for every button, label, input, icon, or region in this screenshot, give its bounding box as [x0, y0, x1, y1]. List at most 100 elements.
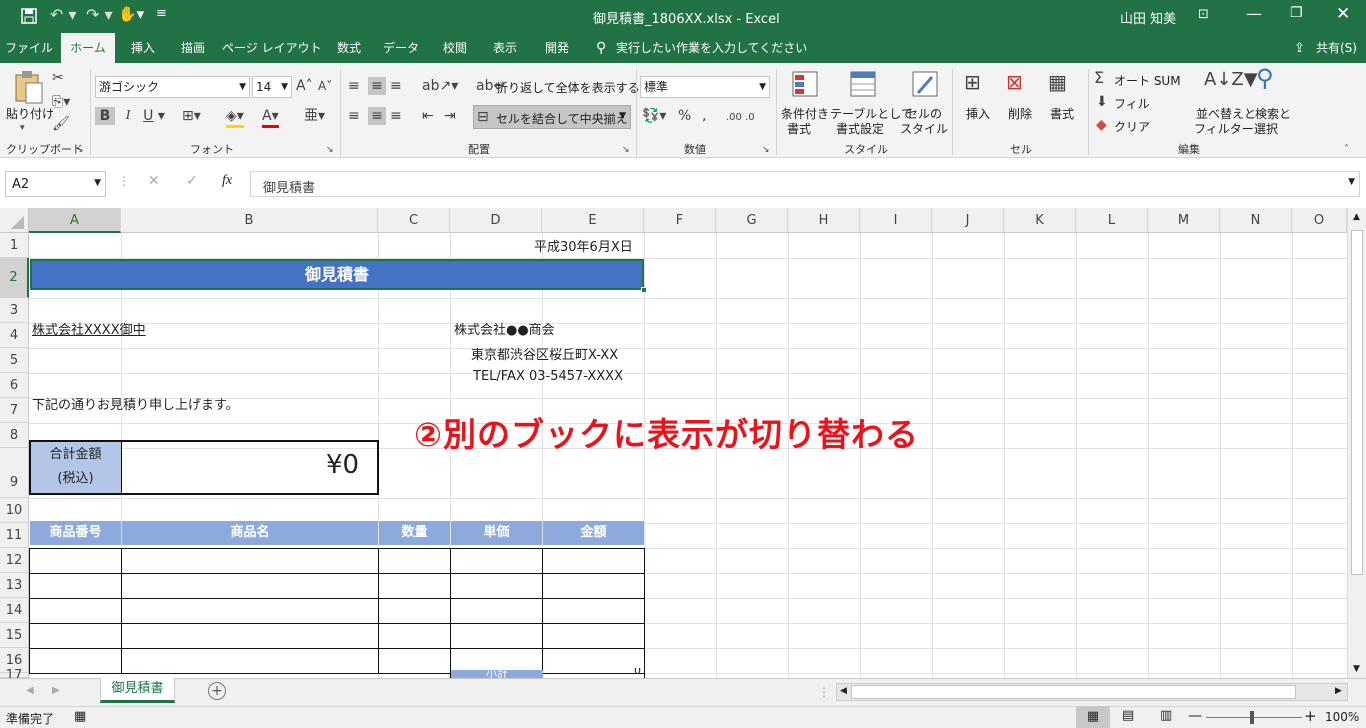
- increase-indent-icon[interactable]: ⇥: [444, 107, 456, 125]
- normal-view-icon[interactable]: ▦: [1076, 706, 1110, 728]
- table-cell[interactable]: [378, 648, 451, 674]
- format-as-table-icon[interactable]: [848, 69, 878, 99]
- zoom-in-icon[interactable]: +: [1304, 707, 1317, 725]
- align-left-icon[interactable]: ≡: [348, 107, 360, 125]
- cut-icon[interactable]: ✂: [52, 69, 64, 87]
- table-cell[interactable]: [29, 623, 122, 649]
- table-cell[interactable]: [542, 598, 645, 624]
- table-cell[interactable]: [450, 623, 543, 649]
- copy-icon[interactable]: ⎘▾: [52, 93, 70, 111]
- next-sheet-icon[interactable]: ▶: [52, 685, 60, 696]
- paste-icon[interactable]: [12, 69, 44, 105]
- tab-review[interactable]: 校閲: [432, 33, 478, 63]
- table-cell[interactable]: [121, 623, 379, 649]
- format-cells-button[interactable]: 書式: [1050, 105, 1074, 122]
- horizontal-scroll-thumb[interactable]: [851, 685, 1296, 699]
- font-name-select[interactable]: 游ゴシック ▼: [95, 76, 250, 98]
- scroll-up-icon[interactable]: ▲: [1353, 212, 1360, 222]
- vertical-scroll-thumb[interactable]: [1351, 230, 1363, 575]
- table-cell[interactable]: [29, 548, 122, 574]
- add-sheet-icon[interactable]: +: [208, 682, 226, 700]
- restore-icon[interactable]: ❐: [1290, 5, 1303, 21]
- sender-tel-cell[interactable]: TEL/FAX 03-5457-XXXX: [473, 369, 623, 384]
- format-painter-icon[interactable]: 🖌: [52, 115, 70, 133]
- insert-cells-icon[interactable]: ⊞: [964, 72, 981, 92]
- page-break-view-icon[interactable]: ▥: [1160, 708, 1172, 723]
- cancel-entry-icon[interactable]: ✕: [148, 173, 160, 189]
- customize-qat-icon[interactable]: ≡: [156, 6, 167, 21]
- message-cell[interactable]: 下記の通りお見積り申し上げます。: [32, 394, 239, 413]
- find-select-line2[interactable]: 選択: [1254, 120, 1278, 137]
- fill-button[interactable]: フィル: [1114, 95, 1150, 112]
- horizontal-scrollbar[interactable]: ◀ ▶: [836, 683, 1348, 701]
- delete-cells-icon[interactable]: ⊠: [1006, 72, 1023, 92]
- decrease-font-icon[interactable]: A˅: [318, 77, 332, 95]
- comma-button[interactable]: ,: [702, 107, 706, 125]
- tab-draw[interactable]: 描画: [170, 33, 216, 63]
- undo-icon[interactable]: ↶ ▾: [50, 5, 77, 24]
- confirm-entry-icon[interactable]: ✓: [186, 173, 198, 189]
- zoom-level[interactable]: 100%: [1325, 710, 1359, 724]
- sort-filter-icon[interactable]: A↓Z▼: [1204, 71, 1258, 89]
- clear-button[interactable]: クリア: [1114, 118, 1150, 135]
- insert-cells-button[interactable]: 挿入: [966, 105, 990, 122]
- delete-cells-button[interactable]: 削除: [1008, 105, 1032, 122]
- table-cell[interactable]: [450, 598, 543, 624]
- sort-filter-line2[interactable]: フィルター: [1194, 120, 1254, 137]
- format-cells-icon[interactable]: ▦: [1048, 72, 1067, 92]
- font-launcher-icon[interactable]: ↘: [326, 141, 334, 159]
- ribbon-display-icon[interactable]: ⊡: [1198, 7, 1209, 22]
- subtotal-label-cell[interactable]: 小計: [451, 670, 543, 678]
- sheet-tab-active[interactable]: 御見積書: [100, 678, 175, 703]
- increase-font-icon[interactable]: A˄: [296, 77, 313, 95]
- conditional-format-line2[interactable]: 書式: [787, 120, 811, 137]
- tab-file[interactable]: ファイル: [0, 33, 58, 63]
- autosum-button[interactable]: オート SUM: [1114, 72, 1181, 89]
- borders-icon[interactable]: ⊞▾: [182, 107, 201, 125]
- wrap-text-button[interactable]: 折り返して全体を表示する: [496, 79, 640, 96]
- prev-sheet-icon[interactable]: ◀: [26, 685, 34, 696]
- tab-home[interactable]: ホーム: [61, 33, 115, 63]
- title-cell[interactable]: 御見積書: [30, 259, 644, 290]
- currency-icon[interactable]: 💱▾: [642, 107, 666, 125]
- table-header-cell[interactable]: 金額: [543, 521, 644, 545]
- decrease-indent-icon[interactable]: ⇤: [422, 107, 434, 125]
- user-name[interactable]: 山田 知美: [1120, 8, 1176, 27]
- align-right-icon[interactable]: ≡: [390, 107, 402, 125]
- share-icon[interactable]: ⇪: [1294, 41, 1305, 56]
- table-header-cell[interactable]: 商品番号: [30, 521, 121, 545]
- align-middle-icon[interactable]: ≡: [368, 77, 386, 95]
- underline-button[interactable]: U ▾: [140, 107, 168, 125]
- worksheet-grid[interactable]: ABCDEFGHIJKLMNO 1 2 3 4 5 6 7 8 9 10 11 12 13 14 15 16 1…: [0, 208, 1366, 682]
- tab-developer[interactable]: 開発: [534, 33, 580, 63]
- align-top-icon[interactable]: ≡: [348, 77, 360, 95]
- find-select-icon[interactable]: ⚲: [1256, 66, 1274, 90]
- table-cell[interactable]: [121, 548, 379, 574]
- cell-styles-line2[interactable]: スタイル: [900, 120, 948, 137]
- paste-button[interactable]: 貼り付け: [6, 105, 54, 122]
- sender-address-cell[interactable]: 東京都渋谷区桜丘町X-XX: [471, 344, 618, 363]
- tab-data[interactable]: データ: [378, 33, 424, 63]
- alignment-launcher-icon[interactable]: ↘: [622, 141, 630, 159]
- tab-split-handle[interactable]: ⋮: [818, 685, 830, 699]
- table-cell[interactable]: [121, 573, 379, 599]
- merge-center-button[interactable]: ⊟ セルを結合して中央揃え ▼: [473, 105, 631, 129]
- zoom-out-icon[interactable]: —: [1188, 708, 1202, 724]
- zoom-slider-thumb[interactable]: [1250, 711, 1254, 724]
- font-size-select[interactable]: 14 ▼: [252, 76, 292, 98]
- table-cell[interactable]: [542, 573, 645, 599]
- name-box[interactable]: A2 ▼: [5, 171, 106, 197]
- close-icon[interactable]: ✕: [1336, 4, 1350, 24]
- table-cell[interactable]: [450, 573, 543, 599]
- collapse-ribbon-icon[interactable]: ˄: [1344, 141, 1349, 159]
- percent-button[interactable]: %: [678, 107, 691, 125]
- tell-me-box[interactable]: 実行したい作業を入力してください: [616, 33, 807, 63]
- lightbulb-search-icon[interactable]: ⚲: [596, 40, 606, 56]
- orientation-icon[interactable]: ab↗▾: [422, 77, 458, 95]
- total-value-cell[interactable]: ¥0: [326, 450, 359, 480]
- table-cell[interactable]: [29, 598, 122, 624]
- table-cell[interactable]: [378, 548, 451, 574]
- table-cell[interactable]: [378, 598, 451, 624]
- insert-function-button[interactable]: fx: [222, 173, 232, 189]
- font-color-icon[interactable]: A▾: [262, 107, 279, 128]
